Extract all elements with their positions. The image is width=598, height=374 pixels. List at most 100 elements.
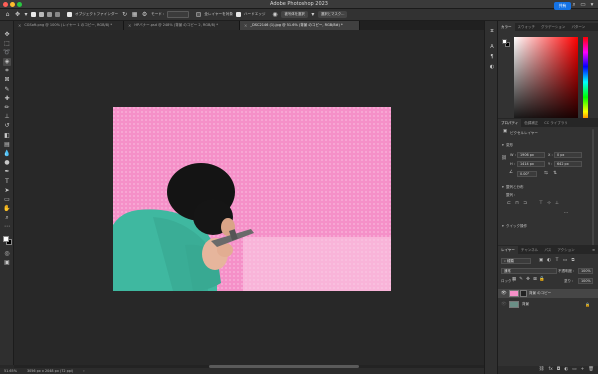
subtract-selection-icon[interactable] [47, 12, 52, 17]
opacity-field[interactable]: 100% [578, 268, 593, 274]
flip-vertical-icon[interactable]: ⇅ [552, 171, 558, 177]
tab-properties[interactable]: プロパティ [498, 119, 522, 127]
sample-all-layers-checkbox[interactable] [196, 12, 202, 17]
tab-dsc2146[interactable]: × _DSC2146 (1).jpg @ 51.6% (背景 のコピー, RGB… [240, 21, 360, 30]
gear-icon[interactable]: ⚙ [141, 11, 148, 18]
select-subject-icon[interactable]: ◉ [271, 11, 278, 18]
hand-tool-icon[interactable]: ✋ [3, 205, 11, 213]
chevron-down-icon[interactable]: ▾ [589, 2, 595, 9]
layer-name[interactable]: 背景 [522, 300, 529, 309]
height-field[interactable]: 1414 px [517, 161, 545, 167]
align-bottom-icon[interactable]: ⊥ [554, 201, 560, 207]
lock-position-icon[interactable]: ✥ [525, 277, 531, 283]
healing-brush-icon[interactable]: ✚ [3, 95, 11, 103]
new-group-icon[interactable]: ▭ [572, 366, 576, 374]
hard-edge-checkbox[interactable] [235, 12, 241, 17]
tab-actions[interactable]: アクション [554, 246, 577, 254]
tab-color[interactable]: カラー [498, 23, 515, 31]
refresh-icon[interactable]: ↻ [121, 11, 128, 18]
show-objects-icon[interactable]: ▦ [131, 11, 138, 18]
gradient-tool-icon[interactable]: ▤ [3, 141, 11, 149]
select-subject-button[interactable]: 被写体を選択 [281, 11, 308, 18]
add-mask-icon[interactable]: ◘ [557, 366, 561, 374]
move-tool-icon[interactable]: ✥ [3, 31, 11, 39]
glyphs-icon[interactable]: ◐ [488, 63, 496, 71]
search-icon[interactable]: ⌕ [571, 2, 577, 9]
blend-mode-select[interactable]: 通常 [501, 268, 557, 274]
y-field[interactable]: 642 px [554, 161, 582, 167]
filter-type-icon[interactable]: T [554, 258, 560, 264]
chevron-down-icon[interactable]: ▾ [24, 11, 28, 18]
link-icon[interactable]: ⛓ [501, 156, 507, 162]
add-selection-icon[interactable] [39, 12, 44, 17]
path-selection-icon[interactable]: ➤ [3, 187, 11, 195]
quick-mask-icon[interactable]: ◎ [3, 250, 11, 258]
type-tool-icon[interactable]: T [3, 178, 11, 186]
tab-paths[interactable]: パス [541, 246, 554, 254]
close-icon[interactable]: × [18, 21, 21, 30]
mode-select[interactable] [167, 11, 190, 18]
tab-cgsoft[interactable]: × CGSoft.png @ 100% (レイヤー 1 のコピー, RGB/8)… [14, 21, 124, 30]
document-image[interactable] [113, 107, 391, 291]
workspace-icon[interactable]: ▭ [580, 2, 586, 9]
eraser-tool-icon[interactable]: ◧ [3, 132, 11, 140]
chevron-right-icon[interactable]: › [83, 369, 84, 373]
shape-tool-icon[interactable]: ▭ [3, 196, 11, 204]
layer-filter-select[interactable]: ⌕ 種類 [501, 258, 531, 264]
align-left-icon[interactable]: ⊏ [506, 201, 512, 207]
history-icon[interactable]: ⧖ [488, 27, 496, 35]
align-center-h-icon[interactable]: ⊓ [514, 201, 520, 207]
eyedropper-tool-icon[interactable]: ✎ [3, 86, 11, 94]
brush-tool-icon[interactable]: ✏ [3, 104, 11, 112]
chevron-down-icon[interactable]: ▾ [502, 185, 504, 189]
fx-icon[interactable]: fx [548, 366, 552, 374]
zoom-level[interactable]: 51.65% [4, 369, 17, 373]
blur-tool-icon[interactable]: 💧 [3, 150, 11, 158]
share-button[interactable]: 共有 [554, 2, 571, 10]
x-field[interactable]: 0 px [554, 152, 582, 158]
layer-name[interactable]: 背景 のコピー [529, 289, 551, 298]
lock-transparent-icon[interactable]: ▦ [511, 277, 517, 283]
paragraph-icon[interactable]: ¶ [488, 53, 496, 61]
panel-menu-icon[interactable]: ≡ [589, 246, 598, 254]
foreground-color-chip[interactable] [502, 39, 507, 44]
tab-patterns[interactable]: パターン [568, 23, 588, 31]
properties-scrollbar[interactable] [592, 129, 594, 249]
tab-adjustments[interactable]: 色調補正 [521, 119, 541, 127]
tab-hp-banner[interactable]: × HPバナー.psd @ 248% (背景 のコピー 2, RGB/8) * [124, 21, 240, 30]
close-icon[interactable]: × [128, 21, 131, 30]
angle-field[interactable]: 0.00° [517, 171, 537, 177]
screen-mode-icon[interactable]: ▣ [3, 259, 11, 267]
flip-horizontal-icon[interactable]: ⇆ [543, 171, 549, 177]
foreground-color-swatch[interactable] [3, 236, 9, 242]
lock-pixels-icon[interactable]: ✎ [518, 277, 524, 283]
layer-mask-thumbnail[interactable] [520, 290, 527, 297]
history-brush-icon[interactable]: ↺ [3, 122, 11, 130]
fill-field[interactable]: 100% [578, 278, 593, 284]
canvas-area[interactable] [14, 30, 484, 365]
new-selection-icon[interactable] [31, 12, 36, 17]
lasso-tool-icon[interactable]: ➰ [3, 49, 11, 57]
clone-stamp-icon[interactable]: ⊥ [3, 113, 11, 121]
new-layer-icon[interactable]: + [581, 366, 585, 374]
align-right-icon[interactable]: ⊐ [522, 201, 528, 207]
move-tool-icon[interactable]: ✥ [14, 11, 21, 18]
trash-icon[interactable]: 🗑 [588, 366, 594, 374]
zoom-tool-icon[interactable]: ⌕ [3, 214, 11, 222]
filter-shape-icon[interactable]: ▭ [562, 258, 568, 264]
chevron-down-icon[interactable]: ▾ [502, 224, 504, 228]
crop-tool-icon[interactable]: ⌗ [3, 67, 11, 75]
tab-gradients[interactable]: グラデーション [538, 23, 568, 31]
frame-tool-icon[interactable]: ⊠ [3, 76, 11, 84]
home-icon[interactable]: ⌂ [4, 11, 11, 18]
adjustment-layer-icon[interactable]: ◐ [564, 366, 568, 374]
filter-smart-object-icon[interactable]: ⧉ [570, 258, 576, 264]
layer-row[interactable]: 👁 背景 🔒 [498, 300, 598, 309]
tab-channels[interactable]: チャンネル [518, 246, 541, 254]
lock-all-icon[interactable]: 🔒 [539, 277, 545, 283]
layer-row[interactable]: 👁 背景 のコピー [498, 289, 598, 298]
color-picker-field[interactable] [514, 37, 578, 127]
lock-artboard-icon[interactable]: ⊠ [532, 277, 538, 283]
marquee-tool-icon[interactable]: ⬚ [3, 40, 11, 48]
more-tools-icon[interactable]: ⋯ [3, 223, 11, 231]
